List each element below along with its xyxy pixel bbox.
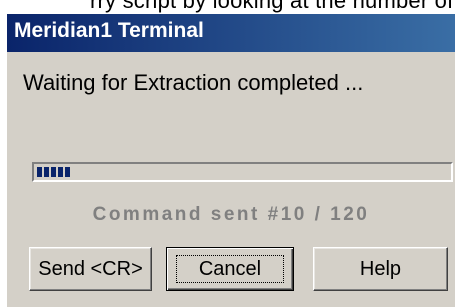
background-document-text: rry script by looking at the number of t… (90, 0, 455, 13)
progress-chunk (51, 167, 56, 177)
dialog-title-bar[interactable]: Meridian1 Terminal (7, 14, 455, 52)
progress-chunk (37, 167, 42, 177)
progress-fill (37, 167, 72, 177)
help-button[interactable]: Help (313, 247, 448, 291)
help-button-label: Help (359, 257, 402, 280)
dialog-title: Meridian1 Terminal (14, 19, 204, 42)
cancel-button-label: Cancel (198, 257, 262, 280)
background-document-text-strip: rry script by looking at the number of t… (0, 0, 455, 14)
progress-bar (32, 162, 453, 182)
send-cr-button[interactable]: Send <CR> (29, 247, 152, 291)
send-cr-button-label: Send <CR> (38, 257, 143, 280)
cancel-button[interactable]: Cancel (166, 247, 294, 291)
command-counter: Command sent #10 / 120 (92, 204, 370, 225)
status-message: Waiting for Extraction completed ... (23, 70, 364, 95)
progress-chunk (65, 167, 70, 177)
progress-chunk (44, 167, 49, 177)
meridian-terminal-dialog: Meridian1 Terminal Waiting for Extractio… (7, 14, 455, 307)
progress-chunk (58, 167, 63, 177)
cancel-focus-rect: Cancel (176, 255, 284, 283)
